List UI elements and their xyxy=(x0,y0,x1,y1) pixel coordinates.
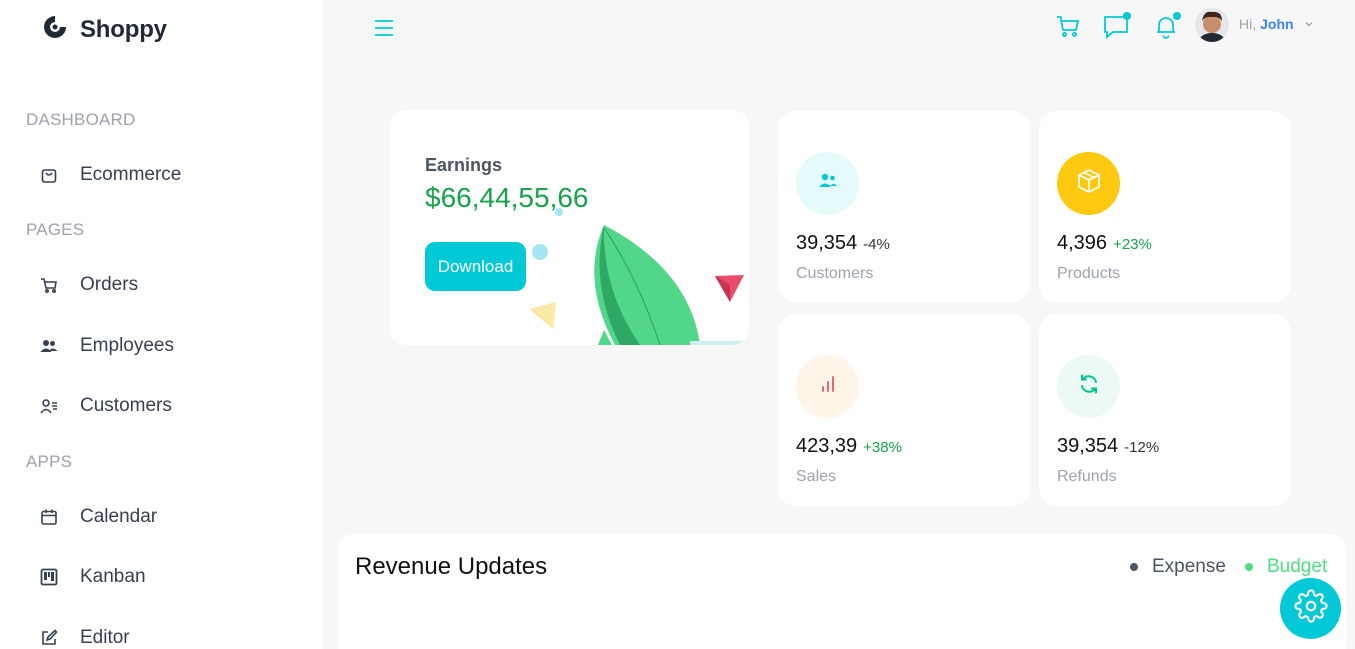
stat-card-sales: 423,39 +38% Sales xyxy=(778,314,1030,506)
earnings-decoration-illustration xyxy=(530,208,745,345)
legend-expense[interactable]: Expense xyxy=(1130,556,1226,578)
chat-notification-dot xyxy=(1123,12,1131,20)
stat-title: Sales xyxy=(796,468,837,485)
avatar xyxy=(1195,8,1229,42)
employees-icon xyxy=(40,337,58,355)
bar-chart-icon xyxy=(816,372,840,401)
legend-label: Expense xyxy=(1152,556,1226,577)
cart-icon xyxy=(1054,16,1082,44)
cart-icon xyxy=(40,276,58,294)
sidebar-item-label: Employees xyxy=(80,335,174,356)
hamburger-icon xyxy=(372,20,396,44)
menu-toggle-button[interactable] xyxy=(372,16,396,40)
bell-icon xyxy=(1152,17,1180,44)
brand-name: Shoppy xyxy=(80,15,167,43)
chevron-down-icon xyxy=(1304,16,1314,34)
legend-budget[interactable]: Budget xyxy=(1245,556,1327,578)
revenue-updates-title: Revenue Updates xyxy=(355,553,548,580)
shoppy-logo-icon xyxy=(42,14,68,45)
stat-amount: 39,354 xyxy=(1057,435,1119,457)
legend-dot xyxy=(1245,563,1253,571)
sidebar-item-calendar[interactable]: Calendar xyxy=(40,506,157,528)
sidebar-item-label: Editor xyxy=(80,627,130,648)
greeting-text: Hi, xyxy=(1239,16,1257,32)
brand-link[interactable]: Shoppy xyxy=(42,14,167,45)
stat-percentage: -12% xyxy=(1124,439,1160,456)
chat-button[interactable] xyxy=(1102,12,1131,40)
sidebar: Shoppy DASHBOARD Ecommerce PAGES Orders … xyxy=(0,0,323,649)
earnings-card: Earnings $66,44,55,66 Download xyxy=(390,110,749,345)
sidebar-item-kanban[interactable]: Kanban xyxy=(40,566,146,588)
stat-title: Refunds xyxy=(1057,468,1117,485)
legend-dot xyxy=(1130,563,1138,571)
stat-amount: 39,354 xyxy=(796,232,858,254)
editor-icon xyxy=(40,629,58,647)
stat-title: Customers xyxy=(796,265,874,282)
box-icon xyxy=(1075,167,1103,200)
stat-amount: 4,396 xyxy=(1057,232,1108,254)
stat-icon-circle[interactable] xyxy=(1057,355,1120,418)
stat-percentage: +23% xyxy=(1113,236,1152,253)
calendar-icon xyxy=(40,508,58,526)
section-title-pages: PAGES xyxy=(26,220,85,239)
stat-icon-circle[interactable] xyxy=(796,152,859,215)
sidebar-item-label: Ecommerce xyxy=(80,164,182,185)
sidebar-item-label: Orders xyxy=(80,274,139,295)
sidebar-item-label: Kanban xyxy=(80,566,146,587)
gear-icon xyxy=(1293,589,1328,628)
stat-percentage: -4% xyxy=(863,236,890,253)
sidebar-item-orders[interactable]: Orders xyxy=(40,274,138,296)
stat-title: Products xyxy=(1057,265,1121,282)
chat-icon xyxy=(1102,16,1130,44)
stat-card-refunds: 39,354 -12% Refunds xyxy=(1039,314,1291,506)
sidebar-item-label: Customers xyxy=(80,395,172,416)
sidebar-item-employees[interactable]: Employees xyxy=(40,335,174,357)
refresh-icon xyxy=(1077,372,1101,401)
sidebar-item-ecommerce[interactable]: Ecommerce xyxy=(40,164,181,186)
stat-icon-circle[interactable] xyxy=(796,355,859,418)
user-profile-menu[interactable]: Hi, John xyxy=(1195,8,1314,42)
section-title-dashboard: DASHBOARD xyxy=(26,110,136,129)
stat-card-customers: 39,354 -4% Customers xyxy=(778,111,1030,303)
bell-notification-dot xyxy=(1173,12,1181,20)
legend-label: Budget xyxy=(1267,556,1328,577)
user-name: John xyxy=(1260,16,1294,32)
sidebar-item-customers[interactable]: Customers xyxy=(40,395,172,417)
stat-icon-circle[interactable] xyxy=(1057,152,1120,215)
customers-icon xyxy=(40,397,58,415)
notification-button[interactable] xyxy=(1152,12,1181,40)
kanban-icon xyxy=(40,568,58,586)
sidebar-item-label: Calendar xyxy=(80,506,158,527)
stat-percentage: +38% xyxy=(863,439,902,456)
cart-button[interactable] xyxy=(1054,12,1082,40)
shopping-bag-icon xyxy=(40,166,58,184)
section-title-apps: APPS xyxy=(26,452,73,471)
stat-amount: 423,39 xyxy=(796,435,858,457)
revenue-updates-card: Revenue Updates Expense Budget xyxy=(338,534,1346,649)
customers-icon xyxy=(816,169,840,198)
sidebar-item-editor[interactable]: Editor xyxy=(40,627,130,649)
settings-button[interactable] xyxy=(1280,578,1341,639)
stat-card-products: 4,396 +23% Products xyxy=(1039,111,1291,303)
